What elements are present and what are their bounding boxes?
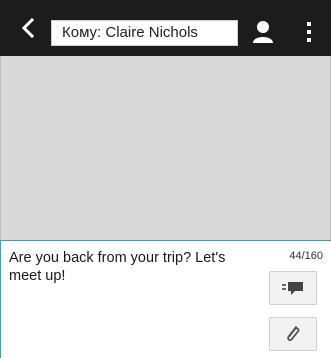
back-button[interactable] <box>17 16 41 40</box>
send-message-icon <box>282 282 303 295</box>
send-button[interactable] <box>269 271 317 305</box>
person-icon <box>253 21 273 43</box>
attach-button[interactable] <box>269 317 317 351</box>
paperclip-icon <box>287 326 300 342</box>
compose-area: Are you back from your trip? Let's meet … <box>0 240 331 358</box>
message-input[interactable]: Are you back from your trip? Let's meet … <box>9 249 254 285</box>
more-vert-icon <box>307 22 311 42</box>
chevron-left-icon <box>21 17 35 39</box>
recipient-field[interactable]: Кому: Claire Nichols <box>51 20 238 46</box>
more-menu-button[interactable] <box>297 18 321 46</box>
top-bar: Кому: Claire Nichols <box>0 0 331 56</box>
contact-button[interactable] <box>248 16 278 46</box>
conversation-area <box>0 56 331 240</box>
character-counter: 44/160 <box>289 250 323 262</box>
